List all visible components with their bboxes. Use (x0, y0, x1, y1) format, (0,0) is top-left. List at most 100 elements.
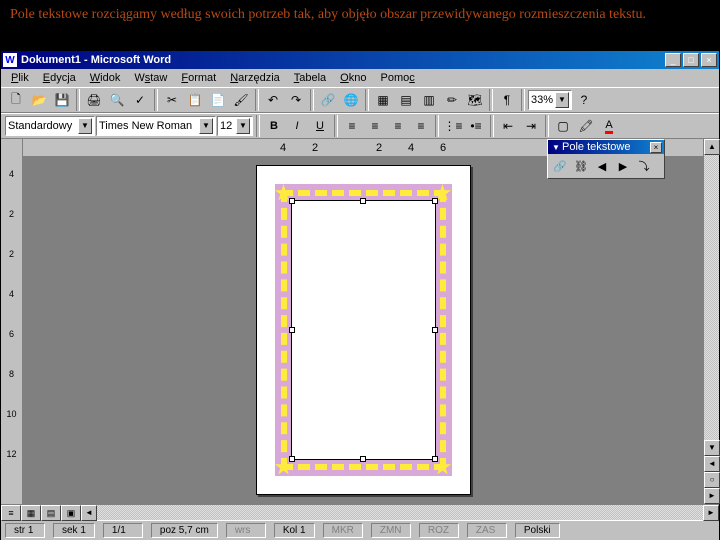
document-area[interactable]: 42 246 (23, 139, 703, 504)
close-icon[interactable]: × (650, 142, 662, 153)
excel-icon[interactable]: ▤ (395, 89, 417, 111)
status-lang[interactable]: Polski (515, 523, 560, 538)
resize-handle[interactable] (432, 198, 438, 204)
highlight-icon[interactable]: 🖍 (575, 115, 597, 137)
status-zmn[interactable]: ZMN (371, 523, 411, 538)
close-button[interactable]: × (701, 53, 717, 67)
web-toolbar-icon[interactable]: 🌐 (340, 89, 362, 111)
menubar: Plik Edycja Widok Wstaw Format Narzędzia… (1, 69, 719, 87)
vertical-scrollbar[interactable]: ▲ ▼ ◄ ○ ► (703, 139, 719, 504)
status-page: str 1 (5, 523, 45, 538)
prev-page-icon[interactable]: ◄ (704, 456, 720, 472)
font-combo[interactable]: Times New Roman▼ (96, 116, 216, 136)
page-view-icon[interactable]: ▤ (41, 505, 61, 521)
floating-title: Pole tekstowe (562, 141, 630, 153)
page[interactable] (256, 165, 471, 495)
menu-tabela[interactable]: Tabela (288, 70, 332, 86)
horizontal-scrollbar[interactable]: ≡ ▦ ▤ ▣ ◄ ► (1, 504, 719, 520)
titlebar: W Dokument1 - Microsoft Word _ □ × (1, 51, 719, 69)
status-line: wrs (226, 523, 266, 538)
font-color-icon[interactable]: A (598, 115, 620, 137)
copy-icon[interactable]: 📋 (184, 89, 206, 111)
decrease-indent-icon[interactable]: ⇤ (497, 115, 519, 137)
open-icon[interactable]: 📂 (28, 89, 50, 111)
word-icon: W (3, 53, 17, 67)
normal-view-icon[interactable]: ≡ (1, 505, 21, 521)
text-box[interactable] (291, 200, 436, 460)
italic-icon[interactable]: I (286, 115, 308, 137)
align-right-icon[interactable]: ≡ (387, 115, 409, 137)
menu-format[interactable]: Format (175, 70, 222, 86)
save-icon[interactable]: 💾 (51, 89, 73, 111)
next-textbox-icon[interactable]: ▶ (613, 156, 633, 176)
paste-icon[interactable]: 📄 (207, 89, 229, 111)
minimize-button[interactable]: _ (665, 53, 681, 67)
undo-icon[interactable]: ↶ (262, 89, 284, 111)
status-mkr[interactable]: MKR (323, 523, 363, 538)
map-icon[interactable]: 🗺 (464, 89, 486, 111)
menu-plik[interactable]: Plik (5, 70, 35, 86)
new-icon[interactable]: 🗋 (5, 89, 27, 111)
next-page-icon[interactable]: ► (704, 488, 720, 504)
resize-handle[interactable] (432, 456, 438, 462)
drawing-icon[interactable]: ✏ (441, 89, 463, 111)
menu-widok[interactable]: Widok (84, 70, 127, 86)
align-center-icon[interactable]: ≡ (364, 115, 386, 137)
tables-icon[interactable]: ▦ (372, 89, 394, 111)
hyperlink-icon[interactable]: 🔗 (317, 89, 339, 111)
resize-handle[interactable] (289, 327, 295, 333)
show-hide-icon[interactable]: ¶ (496, 89, 518, 111)
redo-icon[interactable]: ↷ (285, 89, 307, 111)
increase-indent-icon[interactable]: ⇥ (520, 115, 542, 137)
online-view-icon[interactable]: ▦ (21, 505, 41, 521)
status-zas[interactable]: ZAS (467, 523, 507, 538)
print-icon[interactable]: 🖨 (83, 89, 105, 111)
bold-icon[interactable]: B (263, 115, 285, 137)
link-textbox-icon[interactable]: 🔗 (550, 156, 570, 176)
columns-icon[interactable]: ▥ (418, 89, 440, 111)
justify-icon[interactable]: ≡ (410, 115, 432, 137)
statusbar: str 1 sek 1 1/1 poz 5,7 cm wrs Kol 1 MKR… (1, 520, 719, 540)
menu-narzedzia[interactable]: Narzędzia (224, 70, 286, 86)
preview-icon[interactable]: 🔍 (106, 89, 128, 111)
scroll-down-icon[interactable]: ▼ (704, 440, 720, 456)
scroll-up-icon[interactable]: ▲ (704, 139, 720, 155)
break-link-icon[interactable]: ⛓ (571, 156, 591, 176)
menu-edycja[interactable]: Edycja (37, 70, 82, 86)
prev-textbox-icon[interactable]: ◀ (592, 156, 612, 176)
resize-handle[interactable] (432, 327, 438, 333)
menu-wstaw[interactable]: Wstaw (128, 70, 173, 86)
status-position: poz 5,7 cm (151, 523, 218, 538)
cut-icon[interactable]: ✂ (161, 89, 183, 111)
window-title: Dokument1 - Microsoft Word (21, 54, 665, 66)
instruction-text: Pole tekstowe rozciągamy według swoich p… (0, 0, 720, 50)
resize-handle[interactable] (289, 198, 295, 204)
menu-pomoc[interactable]: Pomoc (374, 70, 420, 86)
text-box-toolbar[interactable]: ▼Pole tekstowe× 🔗 ⛓ ◀ ▶ ⤵ (547, 139, 665, 179)
help-icon[interactable]: ? (573, 89, 595, 111)
style-combo[interactable]: Standardowy▼ (5, 116, 95, 136)
numbering-icon[interactable]: ⋮≡ (442, 115, 464, 137)
scroll-left-icon[interactable]: ◄ (81, 505, 97, 521)
underline-icon[interactable]: U (309, 115, 331, 137)
size-combo[interactable]: 12▼ (217, 116, 253, 136)
spellcheck-icon[interactable]: ✓ (129, 89, 151, 111)
outline-view-icon[interactable]: ▣ (61, 505, 81, 521)
formatting-toolbar: Standardowy▼ Times New Roman▼ 12▼ B I U … (1, 113, 719, 139)
format-painter-icon[interactable]: 🖌 (230, 89, 252, 111)
borders-icon[interactable]: ▢ (552, 115, 574, 137)
browse-object-icon[interactable]: ○ (704, 472, 720, 488)
bullets-icon[interactable]: •≡ (465, 115, 487, 137)
text-direction-icon[interactable]: ⤵ (634, 156, 654, 176)
maximize-button[interactable]: □ (683, 53, 699, 67)
align-left-icon[interactable]: ≡ (341, 115, 363, 137)
resize-handle[interactable] (289, 456, 295, 462)
scroll-right-icon[interactable]: ► (703, 505, 719, 521)
resize-handle[interactable] (360, 456, 366, 462)
resize-handle[interactable] (360, 198, 366, 204)
vertical-ruler[interactable]: 42 24 68 1012 (1, 139, 23, 504)
status-section: sek 1 (53, 523, 95, 538)
menu-okno[interactable]: Okno (334, 70, 372, 86)
status-roz[interactable]: ROZ (419, 523, 459, 538)
zoom-combo[interactable]: 33%▼ (528, 90, 572, 110)
